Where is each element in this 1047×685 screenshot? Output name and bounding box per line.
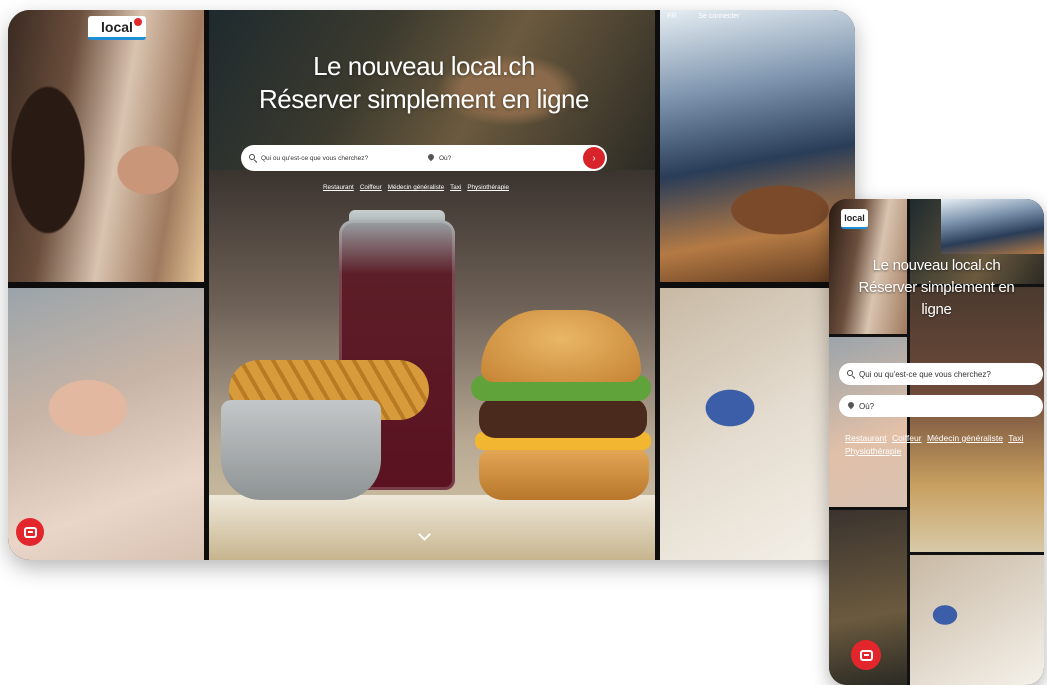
logo-text: local [101,18,133,35]
logo-dot-icon [134,18,142,26]
chat-button[interactable] [851,640,881,670]
hero-title: Le nouveau local.ch Réserver simplement … [201,50,647,116]
hero-title-line1: Le nouveau local.ch [313,51,535,81]
terrace-photo [941,199,1044,254]
search-icon [847,370,855,378]
category-coiffeur[interactable]: Coiffeur [892,433,922,443]
what-placeholder: Qui ou qu'est-ce que vous cherchez? [859,369,991,379]
painter-photo [910,555,1044,685]
burger-patty [479,398,647,438]
login-link[interactable]: Se connecter [698,13,739,20]
where-field[interactable]: Où? [421,152,583,162]
category-taxi[interactable]: Taxi [1008,433,1023,443]
what-field[interactable]: Qui ou qu'est-ce que vous cherchez? [839,363,1043,385]
category-physio[interactable]: Physiothérapie [845,446,901,456]
where-field[interactable]: Où? [839,395,1043,417]
category-coiffeur[interactable]: Coiffeur [360,184,382,191]
burger-bun-top [481,310,641,382]
language-switch[interactable]: FR [667,13,676,20]
search-icon [249,154,257,162]
hero-title-line2: Réserver simplement en ligne [259,84,589,114]
hero-title-line1: Le nouveau local.ch [872,257,1001,274]
category-restaurant[interactable]: Restaurant [323,184,354,191]
local-logo[interactable]: local [88,16,146,40]
chat-bot-icon [23,526,37,538]
burger-photo [209,170,655,560]
what-field[interactable]: Qui ou qu'est-ce que vous cherchez? [241,154,421,162]
burger-bun-bottom [479,448,649,500]
chat-bot-icon [859,649,873,661]
paper-wrap [209,495,655,560]
chevron-right-icon: › [592,152,596,164]
category-links: Restaurant Coiffeur Médecin généraliste … [323,184,509,191]
mobile-mockup: local Le nouveau local.ch Réserver simpl… [829,199,1044,685]
hero-title-line3: ligne [921,301,952,318]
local-logo[interactable]: local [841,209,868,229]
fries-bucket [221,400,381,500]
top-nav: FR Se connecter [667,13,740,20]
burger-photo [910,287,1044,552]
hairdresser-photo [8,10,204,282]
location-pin-icon [846,400,856,410]
category-medecin[interactable]: Médecin généraliste [927,433,1003,443]
chat-button[interactable] [16,518,44,546]
search-bar: Qui ou qu'est-ce que vous cherchez? Où? … [241,145,607,171]
chevron-down-icon[interactable] [418,530,430,542]
hero-title: Le nouveau local.ch Réserver simplement … [829,255,1044,321]
category-links: Restaurant Coiffeur Médecin généraliste … [845,432,1041,458]
where-placeholder: Où? [859,401,875,411]
category-restaurant[interactable]: Restaurant [845,433,887,443]
where-placeholder: Où? [439,154,452,162]
painter-photo [660,288,855,560]
terrace-photo [660,10,855,282]
category-physio[interactable]: Physiothérapie [467,184,509,191]
category-taxi[interactable]: Taxi [450,184,461,191]
category-medecin[interactable]: Médecin généraliste [388,184,444,191]
what-placeholder: Qui ou qu'est-ce que vous cherchez? [261,154,369,162]
hero-title-line2: Réserver simplement en [858,279,1015,296]
search-submit-button[interactable]: › [583,147,605,169]
location-pin-icon [426,152,436,162]
